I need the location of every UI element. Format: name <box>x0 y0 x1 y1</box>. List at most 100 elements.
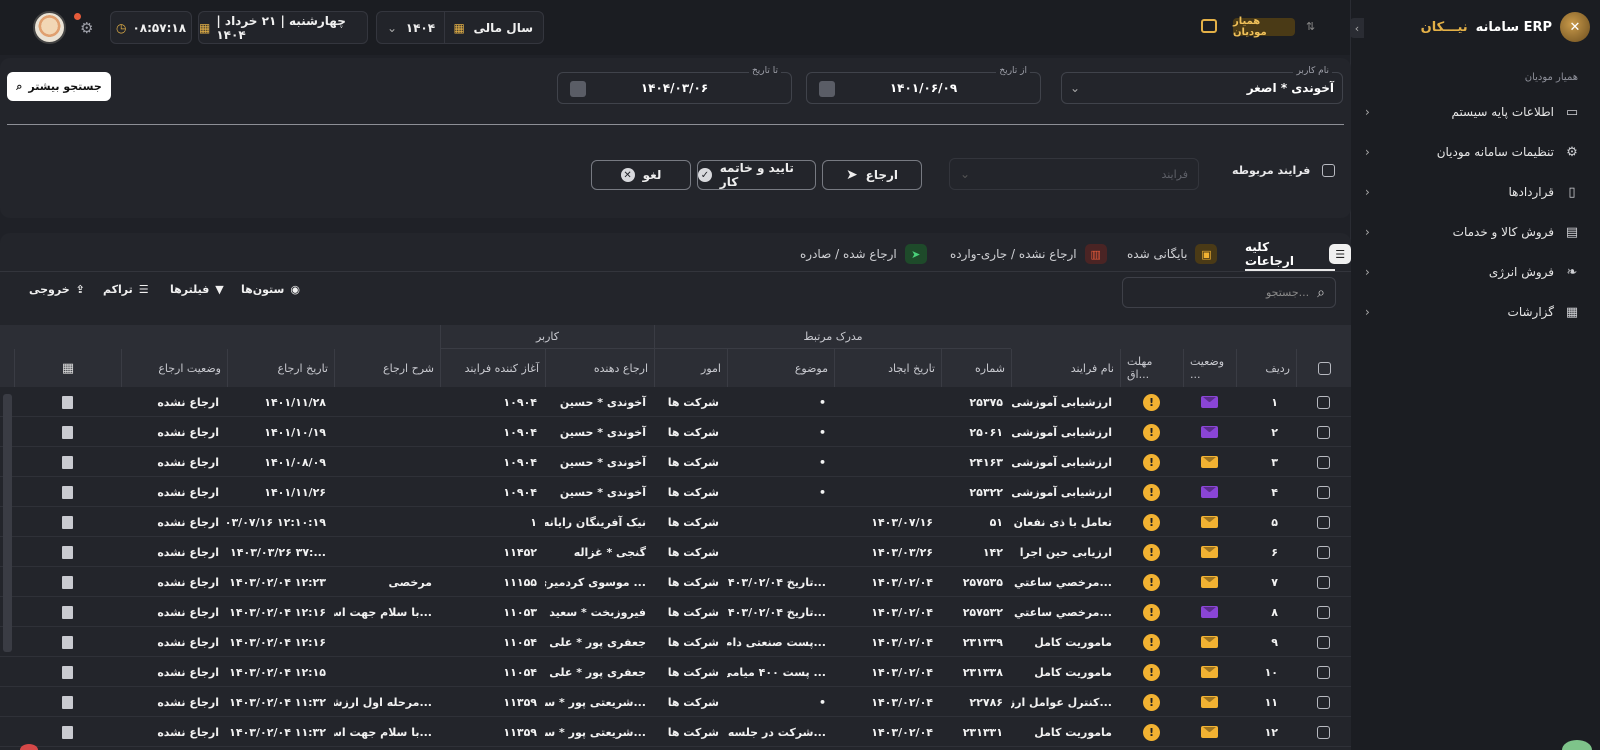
process-select[interactable]: ⌄ فرایند <box>949 158 1199 190</box>
document-icon[interactable] <box>62 485 73 499</box>
tab-not-referred[interactable]: ▥ ارجاع نشده / جاری-وارده <box>950 241 1107 267</box>
row-checkbox[interactable] <box>1317 575 1330 589</box>
row-checkbox[interactable] <box>1317 395 1330 409</box>
actions-cell[interactable] <box>14 687 121 717</box>
col-process[interactable]: نام فرایند <box>1011 349 1120 387</box>
col-actions[interactable]: ▦ <box>14 349 121 387</box>
row-checkbox-cell[interactable] <box>1296 597 1351 627</box>
table-row[interactable]: ۱۲! ماموریت کامل ۲۳۱۳۳۱ ۱۴۰۳/۰۲/۰۴ شرکت در ج… <box>0 717 1351 747</box>
col-row[interactable]: ردیف <box>1236 349 1296 387</box>
role-badge[interactable]: همیار مودیان <box>1233 16 1295 38</box>
process-checkbox-group[interactable]: فرایند مربوطه <box>1232 164 1336 177</box>
sidebar-item-energy[interactable]: ❧ فروش انرژی › <box>1365 257 1580 287</box>
sidebar-item-sales[interactable]: ▤ فروش کالا و خدمات › <box>1365 217 1580 247</box>
table-row[interactable]: ۱! ارزشیابی آموزشی ۲۵۳۷۵ • شرکت ها آخوندی * ح… <box>0 387 1351 417</box>
cancel-button[interactable]: ✕ لغو <box>591 160 691 190</box>
row-checkbox[interactable] <box>1317 725 1330 739</box>
floating-widget-left[interactable] <box>20 744 38 750</box>
select-all-header[interactable] <box>1296 349 1351 387</box>
table-row[interactable]: ۳! ارزشیابی آموزشی ۲۴۱۶۳ • شرکت ها آخوندی * ح… <box>0 447 1351 477</box>
row-checkbox-cell[interactable] <box>1296 657 1351 687</box>
to-date-field[interactable]: تا تاریخ ۱۴۰۴/۰۳/۰۶ <box>557 66 792 104</box>
vertical-scrollbar[interactable] <box>3 394 12 652</box>
refer-button[interactable]: ➤ ارجاع <box>822 160 922 190</box>
grid-search-input[interactable]: ⌕ جستجو... <box>1122 277 1336 308</box>
actions-cell[interactable] <box>14 567 121 597</box>
row-checkbox-cell[interactable] <box>1296 417 1351 447</box>
col-number[interactable]: شماره <box>941 349 1011 387</box>
actions-cell[interactable] <box>14 477 121 507</box>
document-icon[interactable] <box>62 545 73 559</box>
col-affairs[interactable]: امور <box>654 349 727 387</box>
row-checkbox-cell[interactable] <box>1296 627 1351 657</box>
actions-cell[interactable] <box>14 447 121 477</box>
table-row[interactable]: ۴! ارزشیابی آموزشی ۲۵۳۲۲ • شرکت ها آخوندی * ح… <box>0 477 1351 507</box>
row-checkbox[interactable] <box>1317 635 1330 649</box>
document-icon[interactable] <box>62 725 73 739</box>
col-deadline[interactable]: مهلت اق... <box>1120 349 1183 387</box>
confirm-finish-button[interactable]: ✓ تایید و خاتمه کار <box>697 160 816 190</box>
actions-cell[interactable] <box>14 597 121 627</box>
actions-cell[interactable] <box>14 537 121 567</box>
table-row[interactable]: ۱۱! کنترل عوامل ارزش... ۲۲۷۸۶ ۱۴۰۳/۰۲/۰۴ • شر… <box>0 687 1351 717</box>
avatar[interactable] <box>33 11 66 44</box>
row-checkbox-cell[interactable] <box>1296 447 1351 477</box>
filters-button[interactable]: ▼ فیلترها <box>170 283 224 296</box>
actions-cell[interactable] <box>14 417 121 447</box>
row-checkbox-cell[interactable] <box>1296 507 1351 537</box>
col-desc[interactable]: شرح ارجاع <box>334 349 440 387</box>
document-icon[interactable] <box>62 695 73 709</box>
select-all-checkbox[interactable] <box>1317 361 1331 375</box>
sort-arrows-icon[interactable]: ⇅ <box>1306 20 1315 33</box>
sidebar-collapse-button[interactable]: ‹ <box>1350 18 1364 38</box>
row-checkbox-cell[interactable] <box>1296 537 1351 567</box>
sidebar-item-base-info[interactable]: ▭ اطلاعات پایه سیستم › <box>1365 97 1580 127</box>
document-icon[interactable] <box>62 665 73 679</box>
col-ref-status[interactable]: وضعیت ارجاع <box>121 349 227 387</box>
document-icon[interactable] <box>62 605 73 619</box>
tab-archived[interactable]: ▣ بایگانی شده <box>1127 241 1218 267</box>
col-created[interactable]: تاریخ ایجاد <box>834 349 941 387</box>
row-checkbox-cell[interactable] <box>1296 567 1351 597</box>
settings-gear-icon[interactable]: ⚙ <box>80 19 93 37</box>
table-row[interactable]: ۵! تعامل با ذی نفعان ۵۱ ۱۴۰۳/۰۷/۱۶ شرکت ها نی… <box>0 507 1351 537</box>
fiscal-year-select[interactable]: ⌄ ۱۴۰۴ ▦ سال مالی <box>376 11 544 44</box>
calendar-icon[interactable] <box>819 81 835 97</box>
row-checkbox[interactable] <box>1317 455 1330 469</box>
actions-cell[interactable] <box>14 717 121 747</box>
col-status[interactable]: وضعیت ... <box>1183 349 1236 387</box>
row-checkbox-cell[interactable] <box>1296 687 1351 717</box>
table-row[interactable]: ۶! ارزیابی حین اجرا ۱۴۲ ۱۴۰۳/۰۳/۲۶ شرکت ها گن… <box>0 537 1351 567</box>
calendar-icon[interactable] <box>570 81 586 97</box>
table-row[interactable]: ۸! مرخصي ساعتي ش... ۲۵۷۵۳۲ ۱۴۰۳/۰۲/۰۴ ۱۴۰۳/۰… <box>0 597 1351 627</box>
table-row[interactable]: ۲! ارزشیابی آموزشی ۲۵۰۶۱ • شرکت ها آخوندی * ح… <box>0 417 1351 447</box>
row-checkbox[interactable] <box>1317 665 1330 679</box>
row-checkbox[interactable] <box>1317 545 1330 559</box>
col-starter[interactable]: آغاز کننده فرایند <box>440 349 545 387</box>
actions-cell[interactable] <box>14 387 121 417</box>
inbox-icon[interactable] <box>1201 19 1217 33</box>
sidebar-item-reports[interactable]: ▦ گزارشات › <box>1365 297 1580 327</box>
document-icon[interactable] <box>62 455 73 469</box>
row-checkbox[interactable] <box>1317 485 1330 499</box>
row-checkbox[interactable] <box>1317 425 1330 439</box>
density-button[interactable]: ☰ تراکم <box>103 283 149 296</box>
row-checkbox-cell[interactable] <box>1296 477 1351 507</box>
actions-cell[interactable] <box>14 507 121 537</box>
actions-cell[interactable] <box>14 627 121 657</box>
from-date-field[interactable]: از تاریخ ۱۴۰۱/۰۶/۰۹ <box>806 66 1041 104</box>
table-row[interactable]: ۹! ماموریت کامل ۲۳۱۳۳۹ ۱۴۰۳/۰۲/۰۴ پست صنعتی … <box>0 627 1351 657</box>
tab-all-referrals[interactable]: ☰ کلیه ارجاعات <box>1245 240 1351 268</box>
table-row[interactable]: ۱۰! ماموریت کامل ۲۳۱۳۳۸ ۱۴۰۳/۰۲/۰۴ پست ۴۰۰ م… <box>0 657 1351 687</box>
export-button[interactable]: ⇪ خروجی <box>29 283 85 296</box>
tab-referred[interactable]: ➤ ارجاع شده / صادره <box>800 241 927 267</box>
row-checkbox-cell[interactable] <box>1296 717 1351 747</box>
col-subject[interactable]: موضوع <box>727 349 834 387</box>
col-referrer[interactable]: ارجاع دهنده <box>545 349 654 387</box>
sidebar-item-contracts[interactable]: ▯ قراردادها › <box>1365 177 1580 207</box>
sidebar-item-settings[interactable]: ⚙ تنظیمات سامانه مودیان › <box>1365 137 1580 167</box>
table-row[interactable]: ۷! مرخصي ساعتي ش... ۲۵۷۵۳۵ ۱۴۰۳/۰۲/۰۴ ۱۴۰۳/۰… <box>0 567 1351 597</box>
document-icon[interactable] <box>62 395 73 409</box>
document-icon[interactable] <box>62 635 73 649</box>
row-checkbox[interactable] <box>1317 605 1330 619</box>
